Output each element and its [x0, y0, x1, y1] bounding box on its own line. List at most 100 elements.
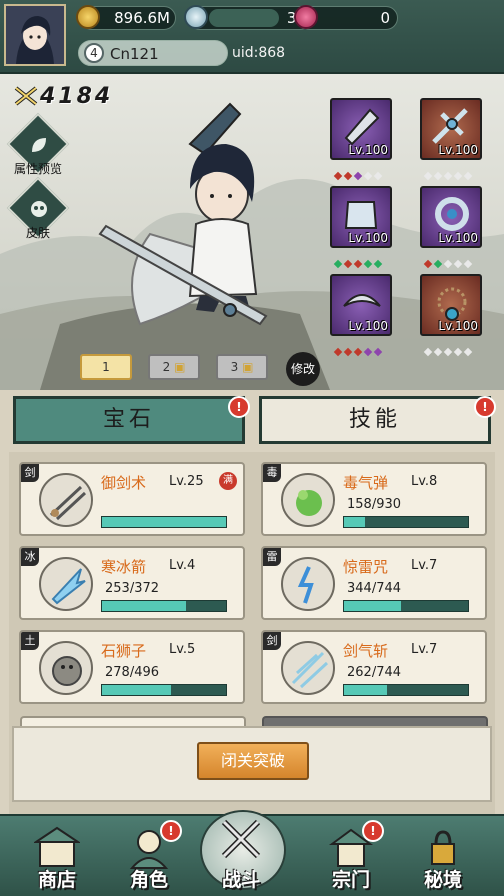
skill-progress-fill — [102, 601, 187, 611]
equipment-level: Lv.100 — [348, 231, 388, 245]
skill-progress-bar — [101, 516, 227, 528]
skill-progress-text: 278/496 — [105, 665, 160, 680]
sword-equipment-icon — [344, 108, 380, 146]
nav-label: 商店 — [37, 869, 76, 891]
equipment-gem-sockets — [423, 164, 473, 181]
battle-swords-icon — [221, 819, 261, 859]
element-tag: 冰 — [21, 548, 39, 566]
skill-progress-fill — [344, 601, 402, 611]
sword-qi-icon — [291, 651, 329, 689]
necklace-equipment-icon — [437, 287, 467, 321]
equipment-slot[interactable]: Lv.100 — [330, 98, 392, 160]
equipment-slot[interactable]: Lv.100 — [420, 274, 482, 336]
modify-loadout-button[interactable]: 修改 — [286, 352, 320, 386]
equipment-slot[interactable]: Lv.100 — [420, 98, 482, 160]
element-tag: 剑 — [263, 632, 281, 650]
skill-name: 寒冰箭 — [101, 558, 147, 576]
nav-secret-realm[interactable]: 秘境 — [398, 814, 488, 894]
skill-orb — [281, 557, 335, 611]
poison-cloud-icon — [296, 490, 322, 516]
skill-level: Lv.8 — [411, 474, 438, 489]
equipment-level: Lv.100 — [438, 143, 478, 157]
loadout-3-button[interactable]: 3 ▣ — [216, 354, 268, 380]
loadout-2-label: 2 — [162, 360, 171, 374]
nav-character[interactable]: 角色! — [104, 814, 194, 894]
skill-name: 毒气弹 — [343, 474, 389, 492]
lock-icon: ▣ — [242, 360, 254, 374]
element-tag: 土 — [21, 632, 39, 650]
gold-value: 896.6M — [114, 9, 170, 27]
skill-progress-bar — [101, 600, 227, 612]
skill-card[interactable]: 雷惊雷咒 Lv.7 344/744 — [261, 546, 487, 620]
skill-progress-text: 253/372 — [105, 581, 160, 596]
skill-name: 石狮子 — [101, 642, 147, 660]
staff-equipment-icon — [432, 108, 468, 144]
loadout-1-label: 1 — [102, 360, 110, 374]
tab-gem[interactable]: 宝石 — [13, 396, 245, 444]
equipment-level: Lv.100 — [348, 143, 388, 157]
player-name: Cn121 — [110, 45, 159, 63]
skill-orb — [39, 473, 93, 527]
skill-progress-text: 344/744 — [347, 581, 402, 596]
loadout-3-label: 3 — [230, 360, 239, 374]
jade-gem-icon — [184, 5, 208, 29]
combat-power-value: 4184 — [40, 84, 114, 109]
ice-arrow-icon — [51, 568, 86, 605]
nav-battle[interactable]: 战斗 — [196, 806, 286, 894]
player-level-badge: 4 — [84, 43, 104, 63]
skill-progress-fill — [344, 685, 388, 695]
skin-label: 皮肤 — [25, 226, 50, 240]
skill-level: Lv.4 — [169, 558, 196, 573]
skill-orb — [281, 473, 335, 527]
skill-progress-text: 158/930 — [347, 497, 402, 512]
skill-progress-bar — [343, 600, 469, 612]
skill-level: Lv.7 — [411, 558, 438, 573]
stone-lion-icon — [52, 656, 82, 686]
element-tag: 毒 — [263, 464, 281, 482]
shop-icon — [34, 826, 80, 867]
skill-progress-fill — [102, 685, 172, 695]
equipment-gem-sockets — [423, 340, 473, 357]
loadout-1-button[interactable]: 1 — [80, 354, 132, 380]
gold-coin-icon — [76, 5, 100, 29]
skill-card[interactable]: 土石狮子 Lv.5 278/496 — [19, 630, 245, 704]
equipment-gem-sockets — [333, 252, 383, 269]
bracelet-equipment-icon — [435, 197, 469, 231]
nav-shop[interactable]: 商店 — [12, 814, 102, 894]
skill-orb — [39, 557, 93, 611]
max-level-badge: 满 — [219, 472, 237, 490]
skill-card[interactable]: 冰寒冰箭 Lv.4 253/372 — [19, 546, 245, 620]
equipment-level: Lv.100 — [348, 319, 388, 333]
tab-skill[interactable]: 技能 — [259, 396, 491, 444]
crystal-orb-icon — [294, 5, 318, 29]
element-tag: 雷 — [263, 548, 281, 566]
loadout-2-button[interactable]: 2 ▣ — [148, 354, 200, 380]
skill-name: 御剑术 — [101, 474, 147, 492]
attribute-leaf-icon — [28, 134, 50, 156]
armor-equipment-icon — [344, 201, 378, 229]
nav-label: 战斗 — [221, 869, 260, 891]
equipment-slot[interactable]: Lv.100 — [330, 186, 392, 248]
skill-name: 惊雷咒 — [343, 558, 389, 576]
equipment-slot[interactable]: Lv.100 — [420, 186, 482, 248]
skill-progress-bar — [343, 516, 469, 528]
lock-icon: ▣ — [174, 360, 186, 374]
gem-tab-alert-badge: ! — [228, 396, 250, 418]
skill-progress-bar — [101, 684, 227, 696]
boots-equipment-icon — [343, 294, 381, 307]
nav-alert-badge: ! — [362, 820, 384, 842]
nav-label: 角色 — [129, 869, 168, 891]
nav-alert-badge: ! — [160, 820, 182, 842]
skill-card[interactable]: 毒毒气弹 Lv.8 158/930 — [261, 462, 487, 536]
equipment-slot[interactable]: Lv.100 — [330, 274, 392, 336]
nav-label: 秘境 — [423, 869, 462, 891]
player-avatar[interactable] — [4, 4, 66, 66]
nav-sect[interactable]: 宗门! — [306, 814, 396, 894]
skill-card[interactable]: 剑剑气斩 Lv.7 262/744 — [261, 630, 487, 704]
equipment-gem-sockets — [333, 340, 383, 357]
breakthrough-button[interactable]: 闭关突破 — [197, 742, 309, 780]
skill-card[interactable]: 剑御剑术 Lv.25 满 — [19, 462, 245, 536]
equipment-level: Lv.100 — [438, 231, 478, 245]
skill-orb — [281, 641, 335, 695]
skill-progress-fill — [102, 517, 226, 527]
